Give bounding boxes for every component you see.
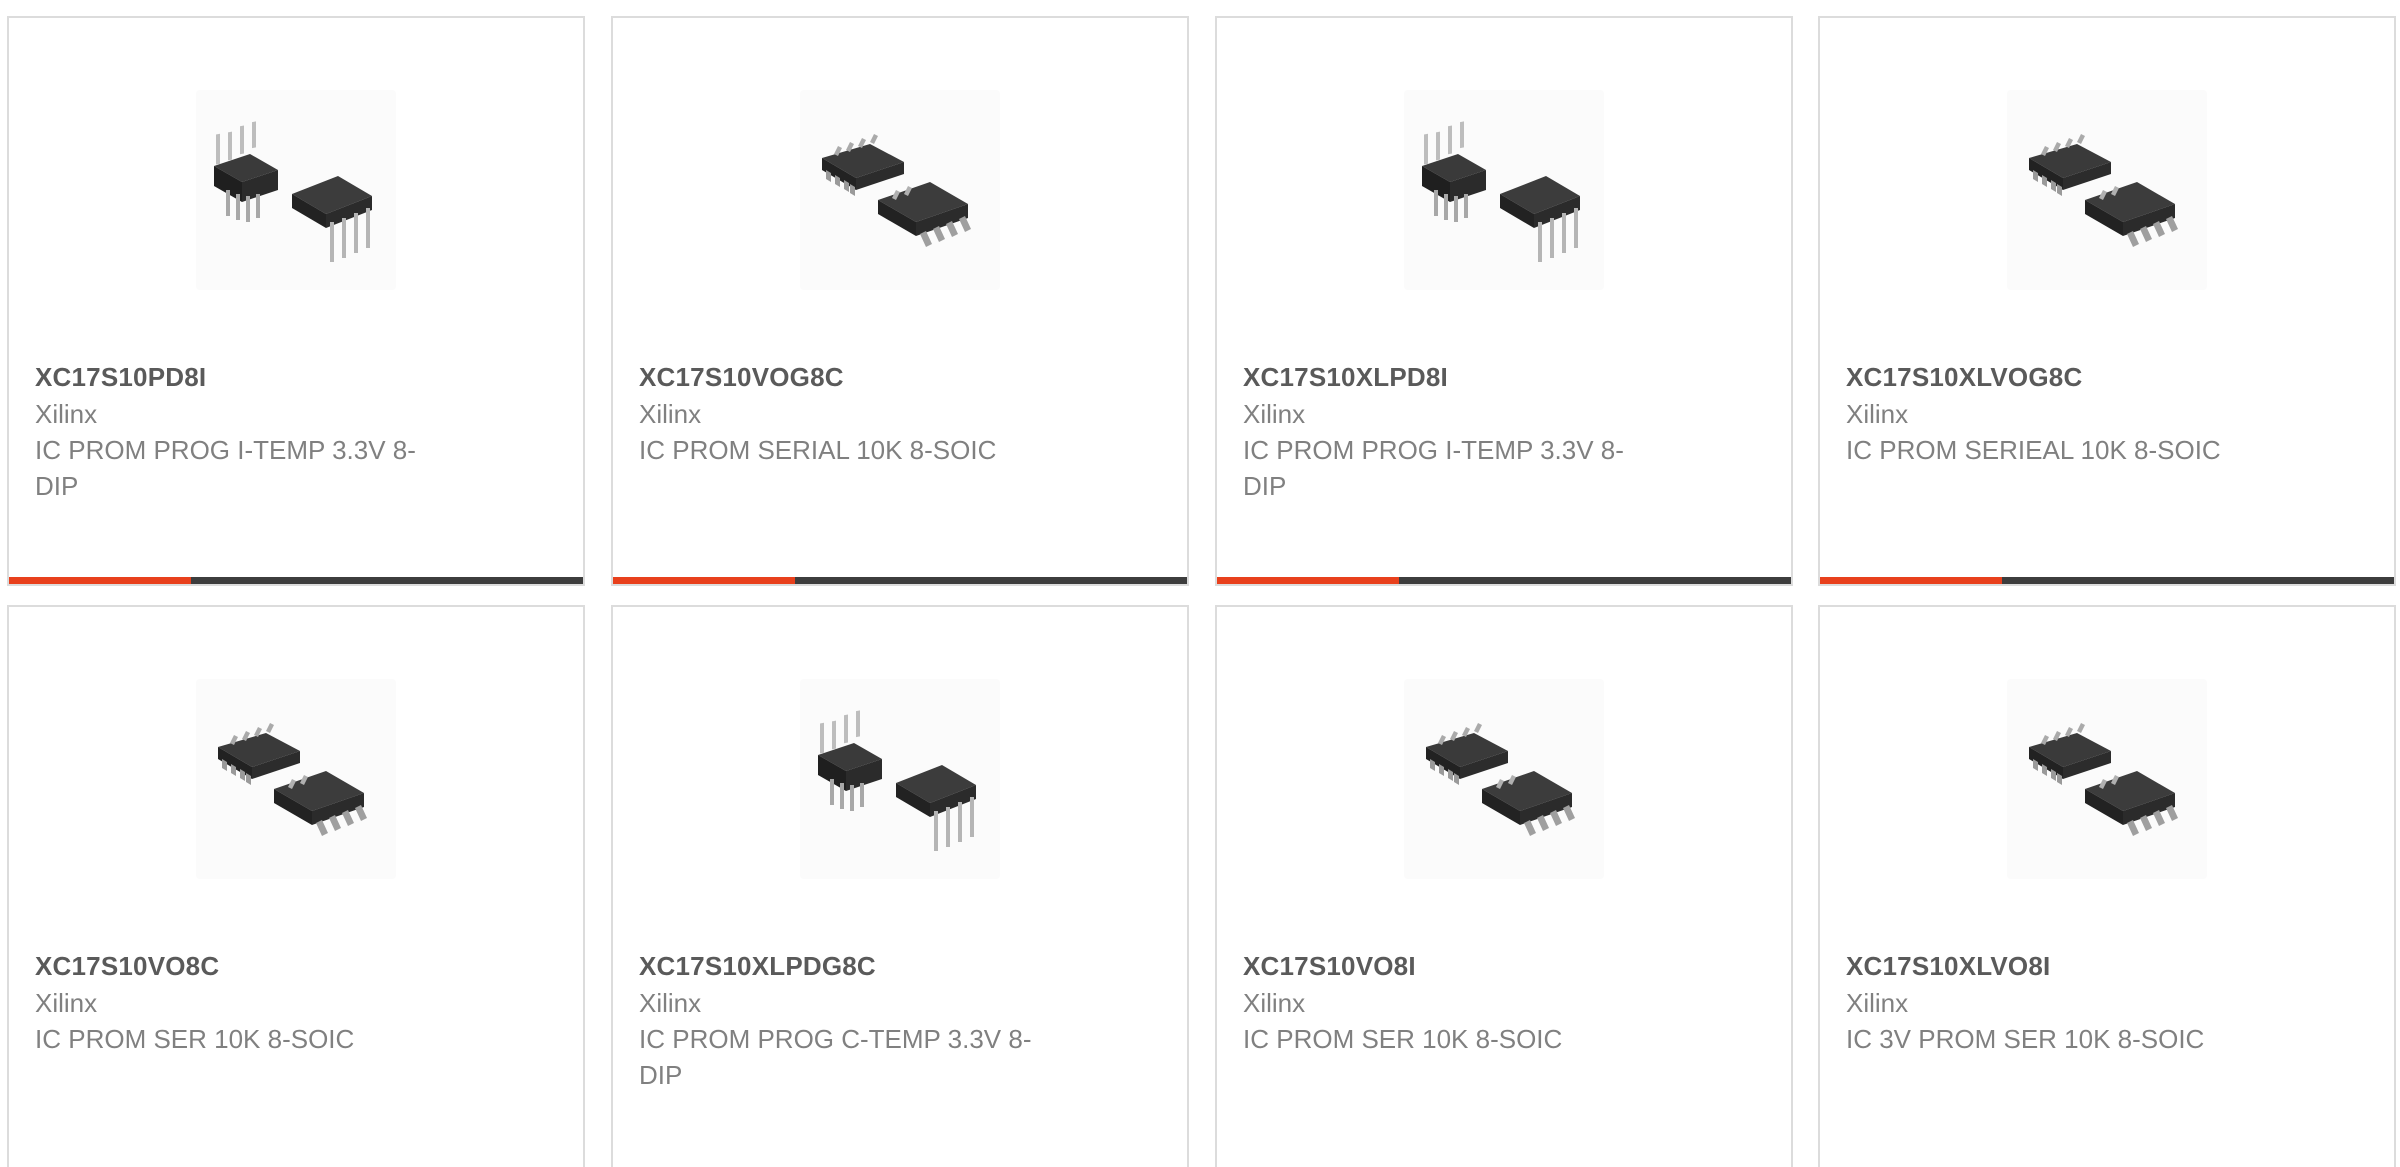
- soic-chip-icon[interactable]: [1404, 679, 1604, 879]
- card-accent-bar: [1217, 577, 1791, 584]
- product-card[interactable]: XC17S10XLPDG8C Xilinx IC PROM PROG C-TEM…: [611, 605, 1189, 1167]
- part-number-link[interactable]: XC17S10VO8C: [35, 947, 475, 985]
- manufacturer-label: Xilinx: [639, 399, 702, 429]
- manufacturer-label: Xilinx: [1243, 988, 1306, 1018]
- product-description: IC PROM SERIAL 10K 8-SOIC: [639, 435, 997, 465]
- soic-chip-icon[interactable]: [2007, 679, 2207, 879]
- dip-soic-chip-icon[interactable]: [196, 90, 396, 290]
- manufacturer-label: Xilinx: [1243, 399, 1306, 429]
- manufacturer-label: Xilinx: [35, 988, 98, 1018]
- part-number-link[interactable]: XC17S10XLPD8I: [1243, 358, 1683, 396]
- part-number-link[interactable]: XC17S10XLVO8I: [1846, 947, 2286, 985]
- manufacturer-label: Xilinx: [639, 988, 702, 1018]
- product-card[interactable]: XC17S10XLVOG8C Xilinx IC PROM SERIEAL 10…: [1818, 16, 2396, 586]
- manufacturer-label: Xilinx: [1846, 399, 1909, 429]
- product-description: IC PROM PROG I-TEMP 3.3V 8-DIP: [35, 435, 416, 501]
- product-description: IC 3V PROM SER 10K 8-SOIC: [1846, 1024, 2205, 1054]
- manufacturer-label: Xilinx: [1846, 988, 1909, 1018]
- product-description: IC PROM SER 10K 8-SOIC: [35, 1024, 355, 1054]
- product-card[interactable]: XC17S10VO8C Xilinx IC PROM SER 10K 8-SOI…: [7, 605, 585, 1167]
- product-description: IC PROM SERIEAL 10K 8-SOIC: [1846, 435, 2221, 465]
- card-accent-bar: [9, 577, 583, 584]
- part-number-link[interactable]: XC17S10XLVOG8C: [1846, 358, 2286, 396]
- card-accent-bar: [1820, 577, 2394, 584]
- part-number-link[interactable]: XC17S10PD8I: [35, 358, 475, 396]
- product-card[interactable]: XC17S10XLPD8I Xilinx IC PROM PROG I-TEMP…: [1215, 16, 1793, 586]
- product-description: IC PROM PROG C-TEMP 3.3V 8-DIP: [639, 1024, 1032, 1090]
- product-card[interactable]: XC17S10VOG8C Xilinx IC PROM SERIAL 10K 8…: [611, 16, 1189, 586]
- soic-chip-icon[interactable]: [2007, 90, 2207, 290]
- product-grid: XC17S10PD8I Xilinx IC PROM PROG I-TEMP 3…: [0, 0, 2400, 1167]
- product-card[interactable]: XC17S10XLVO8I Xilinx IC 3V PROM SER 10K …: [1818, 605, 2396, 1167]
- product-description: IC PROM PROG I-TEMP 3.3V 8-DIP: [1243, 435, 1624, 501]
- product-card[interactable]: XC17S10PD8I Xilinx IC PROM PROG I-TEMP 3…: [7, 16, 585, 586]
- dip-soic-chip-icon[interactable]: [800, 679, 1000, 879]
- manufacturer-label: Xilinx: [35, 399, 98, 429]
- part-number-link[interactable]: XC17S10VO8I: [1243, 947, 1683, 985]
- card-accent-bar: [613, 577, 1187, 584]
- part-number-link[interactable]: XC17S10XLPDG8C: [639, 947, 1079, 985]
- part-number-link[interactable]: XC17S10VOG8C: [639, 358, 1079, 396]
- soic-chip-icon[interactable]: [196, 679, 396, 879]
- product-card[interactable]: XC17S10VO8I Xilinx IC PROM SER 10K 8-SOI…: [1215, 605, 1793, 1167]
- product-description: IC PROM SER 10K 8-SOIC: [1243, 1024, 1563, 1054]
- soic-chip-icon[interactable]: [800, 90, 1000, 290]
- dip-soic-chip-icon[interactable]: [1404, 90, 1604, 290]
